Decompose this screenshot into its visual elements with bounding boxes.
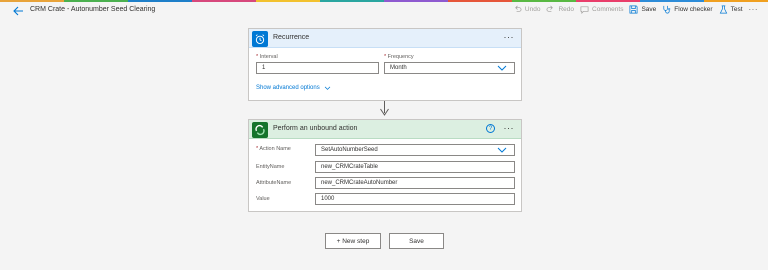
action-name-label: * Action Name (256, 146, 291, 152)
comments-button[interactable]: Comments (580, 5, 623, 14)
unbound-action-title: Perform an unbound action (273, 125, 358, 132)
save-button[interactable]: Save (389, 233, 444, 249)
new-step-button[interactable]: + New step (325, 233, 381, 249)
chevron-down-icon (497, 65, 507, 71)
flow-checker-button[interactable]: Flow checker (662, 5, 713, 14)
redo-button[interactable]: Redo (546, 5, 574, 14)
recurrence-title: Recurrence (273, 34, 310, 41)
stethoscope-icon (663, 5, 671, 14)
entity-name-input[interactable]: new_CRMCrateTable (315, 161, 515, 173)
frequency-dropdown[interactable]: Month (384, 62, 515, 74)
more-commands-button[interactable]: ··· (749, 5, 759, 14)
frequency-value: Month (390, 65, 407, 71)
value-label: Value (256, 196, 270, 202)
redo-icon (547, 5, 554, 12)
arrow-down-icon (380, 108, 389, 116)
test-label: Test (730, 6, 743, 13)
test-button[interactable]: Test (719, 5, 743, 14)
flask-icon (719, 5, 727, 14)
action-name-value: SetAutoNumberSeed (321, 147, 378, 153)
attribute-name-input[interactable]: new_CRMCrateAutoNumber (315, 177, 515, 189)
entity-name-label: EntityName (256, 164, 285, 170)
undo-icon (515, 5, 522, 12)
frequency-label: * Frequency (384, 54, 414, 60)
undo-label: Undo (524, 6, 541, 13)
undo-button[interactable]: Undo (513, 5, 541, 14)
back-arrow-icon[interactable] (12, 4, 24, 18)
advanced-options-label: Show advanced options (256, 85, 320, 91)
interval-input[interactable]: 1 (256, 62, 379, 74)
unbound-action-header[interactable]: Perform an unbound action ? ··· (249, 120, 521, 139)
redo-label: Redo (558, 6, 575, 13)
command-bar: CRM Crate - Autonumber Seed Clearing Und… (0, 2, 768, 20)
recurrence-more-icon[interactable]: ··· (504, 32, 515, 42)
show-advanced-options-link[interactable]: Show advanced options (256, 85, 331, 91)
unbound-action-card: Perform an unbound action ? ··· * Action… (248, 119, 522, 212)
alarm-clock-icon (252, 31, 268, 47)
unbound-action-more-icon[interactable]: ··· (504, 123, 515, 133)
comments-label: Comments (592, 6, 624, 13)
save-command-button[interactable]: Save (629, 5, 656, 14)
help-icon[interactable]: ? (486, 124, 495, 133)
chevron-down-icon (497, 147, 507, 153)
command-group: Undo Redo Comments Save Flow checker Tes… (513, 5, 758, 14)
interval-label: * Interval (256, 54, 278, 60)
dataverse-icon (252, 122, 268, 138)
save-icon (629, 5, 638, 14)
save-command-label: Save (641, 6, 657, 13)
recurrence-header[interactable]: Recurrence ··· (249, 29, 521, 48)
chevron-down-icon (324, 86, 330, 90)
flow-checker-label: Flow checker (674, 6, 713, 13)
comment-icon (580, 6, 589, 14)
recurrence-card: Recurrence ··· * Interval 1 * Frequency … (248, 28, 522, 101)
action-name-dropdown[interactable]: SetAutoNumberSeed (315, 144, 515, 156)
flow-title: CRM Crate - Autonumber Seed Clearing (30, 6, 156, 13)
value-input[interactable]: 1000 (315, 193, 515, 205)
attribute-name-label: AttributeName (256, 180, 292, 186)
